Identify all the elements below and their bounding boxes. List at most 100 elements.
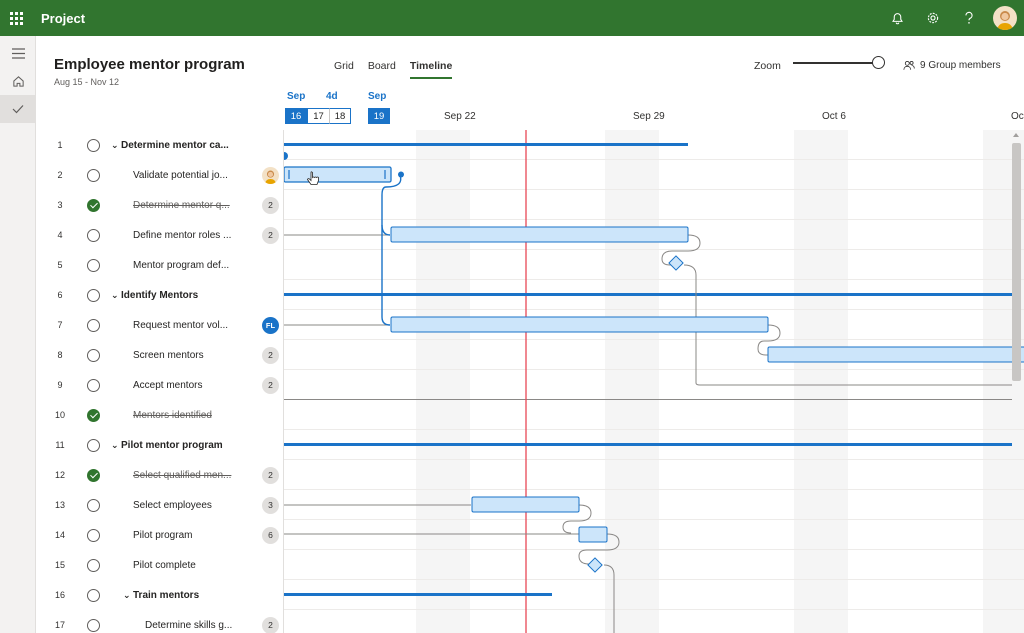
zoom-slider-handle[interactable]	[872, 56, 885, 69]
task-name[interactable]: Accept mentors	[133, 380, 248, 391]
complete-toggle[interactable]	[87, 558, 100, 572]
complete-toggle[interactable]	[87, 588, 100, 602]
complete-toggle[interactable]	[87, 198, 100, 212]
task-bar	[767, 346, 1024, 363]
avatar[interactable]	[993, 6, 1017, 30]
table-row[interactable]: 15 Pilot complete	[36, 550, 283, 580]
timeline-header: Sep 4d Sep 16 17 18 19 Sep 22 Sep 29 Oct…	[283, 88, 1024, 130]
complete-toggle[interactable]	[87, 168, 100, 182]
task-name[interactable]: Select qualified men...	[133, 470, 248, 481]
task-name[interactable]: Pilot program	[133, 530, 248, 541]
week-label: Oc	[1011, 111, 1024, 122]
task-name[interactable]: Determine mentor ca...	[121, 140, 251, 151]
assignee-count-badge[interactable]: 2	[262, 226, 279, 244]
check-icon[interactable]	[0, 95, 36, 123]
waffle-icon[interactable]	[0, 0, 32, 36]
week-label: Sep 29	[633, 111, 665, 122]
chevron-down-icon[interactable]: ⌄	[123, 590, 131, 601]
complete-toggle[interactable]	[87, 468, 100, 482]
table-row[interactable]: 7 Request mentor vol... FL	[36, 310, 283, 340]
help-icon[interactable]	[951, 0, 987, 36]
table-row[interactable]: 2 Validate potential jo...	[36, 160, 283, 190]
plan-dates: Aug 15 - Nov 12	[54, 77, 120, 87]
bell-icon[interactable]	[879, 0, 915, 36]
view-tabs: Grid Board Timeline	[334, 60, 453, 79]
group-members-button[interactable]: 9 Group members	[903, 60, 1001, 71]
task-number: 6	[57, 290, 63, 300]
assignee-count-badge[interactable]: 2	[262, 616, 279, 633]
assignee-count-badge[interactable]: 6	[262, 526, 279, 544]
table-row[interactable]: 6 ⌄ Identify Mentors	[36, 280, 283, 310]
task-name[interactable]: Define mentor roles ...	[133, 230, 248, 241]
table-row[interactable]: 14 Pilot program 6	[36, 520, 283, 550]
task-name[interactable]: Validate potential jo...	[133, 170, 248, 181]
complete-toggle[interactable]	[87, 228, 100, 242]
collapsed-days-label[interactable]: 4d	[326, 91, 338, 102]
table-row[interactable]: 10 Mentors identified	[36, 400, 283, 430]
vertical-scrollbar[interactable]	[1012, 143, 1021, 381]
day-cell[interactable]: 19	[368, 108, 390, 124]
task-name[interactable]: Mentor program def...	[133, 260, 248, 271]
assignee-count-badge[interactable]: 2	[262, 196, 279, 214]
day-cell[interactable]: 17	[307, 108, 329, 124]
complete-toggle[interactable]	[87, 378, 100, 392]
assignee-count-badge[interactable]: 2	[262, 376, 279, 394]
complete-toggle[interactable]	[87, 408, 100, 422]
table-row[interactable]: 9 Accept mentors 2	[36, 370, 283, 400]
day-cell[interactable]: 16	[285, 108, 307, 124]
assignee-initials-badge[interactable]: FL	[262, 316, 279, 334]
table-row[interactable]: 13 Select employees 3	[36, 490, 283, 520]
complete-toggle[interactable]	[87, 348, 100, 362]
chevron-down-icon[interactable]: ⌄	[111, 140, 119, 151]
tab-board[interactable]: Board	[368, 60, 396, 79]
complete-toggle[interactable]	[87, 318, 100, 332]
task-name[interactable]: Select employees	[133, 500, 248, 511]
task-bar	[471, 496, 580, 513]
task-name[interactable]: Request mentor vol...	[133, 320, 248, 331]
plan-title[interactable]: Employee mentor program	[54, 56, 245, 73]
task-name[interactable]: Pilot mentor program	[121, 440, 251, 451]
table-row[interactable]: 12 Select qualified men... 2	[36, 460, 283, 490]
summary-bar	[284, 143, 688, 146]
table-row[interactable]: 4 Define mentor roles ... 2	[36, 220, 283, 250]
task-name[interactable]: Pilot complete	[133, 560, 248, 571]
gear-icon[interactable]	[915, 0, 951, 36]
table-row[interactable]: 8 Screen mentors 2	[36, 340, 283, 370]
complete-toggle[interactable]	[87, 288, 100, 302]
tab-timeline[interactable]: Timeline	[409, 60, 453, 79]
task-name[interactable]: Screen mentors	[133, 350, 248, 361]
task-name[interactable]: Identify Mentors	[121, 290, 251, 301]
table-row[interactable]: 1 ⌄ Determine mentor ca...	[36, 130, 283, 160]
task-number: 1	[57, 140, 63, 150]
assignee-count-badge[interactable]: 2	[262, 466, 279, 484]
table-row[interactable]: 16 ⌄ Train mentors	[36, 580, 283, 610]
complete-toggle[interactable]	[87, 618, 100, 632]
table-row[interactable]: 11 ⌄ Pilot mentor program	[36, 430, 283, 460]
assignee-count-badge[interactable]: 2	[262, 346, 279, 364]
zoom-slider[interactable]	[793, 62, 879, 64]
complete-toggle[interactable]	[87, 528, 100, 542]
task-name[interactable]: Determine mentor q...	[133, 200, 248, 211]
complete-toggle[interactable]	[87, 258, 100, 272]
task-name[interactable]: Mentors identified	[133, 410, 248, 421]
home-icon[interactable]	[0, 67, 36, 95]
table-row[interactable]: 5 Mentor program def...	[36, 250, 283, 280]
app-name[interactable]: Project	[41, 11, 85, 26]
tab-grid[interactable]: Grid	[334, 60, 354, 79]
complete-toggle[interactable]	[87, 498, 100, 512]
hamburger-icon[interactable]	[0, 39, 36, 67]
task-name[interactable]: Train mentors	[133, 590, 248, 601]
chevron-down-icon[interactable]: ⌄	[111, 290, 119, 301]
assignee-count-badge[interactable]: 3	[262, 496, 279, 514]
task-number: 12	[54, 470, 65, 480]
assignee-avatar[interactable]	[262, 166, 279, 184]
scroll-up-arrow[interactable]	[1013, 133, 1019, 137]
complete-toggle[interactable]	[87, 438, 100, 452]
week-label: Oct 6	[822, 111, 846, 122]
table-row[interactable]: 17 Determine skills g... 2	[36, 610, 283, 633]
chevron-down-icon[interactable]: ⌄	[111, 440, 119, 451]
task-name[interactable]: Determine skills g...	[145, 620, 248, 631]
complete-toggle[interactable]	[87, 138, 100, 152]
table-row[interactable]: 3 Determine mentor q... 2	[36, 190, 283, 220]
day-cell[interactable]: 18	[329, 108, 351, 124]
